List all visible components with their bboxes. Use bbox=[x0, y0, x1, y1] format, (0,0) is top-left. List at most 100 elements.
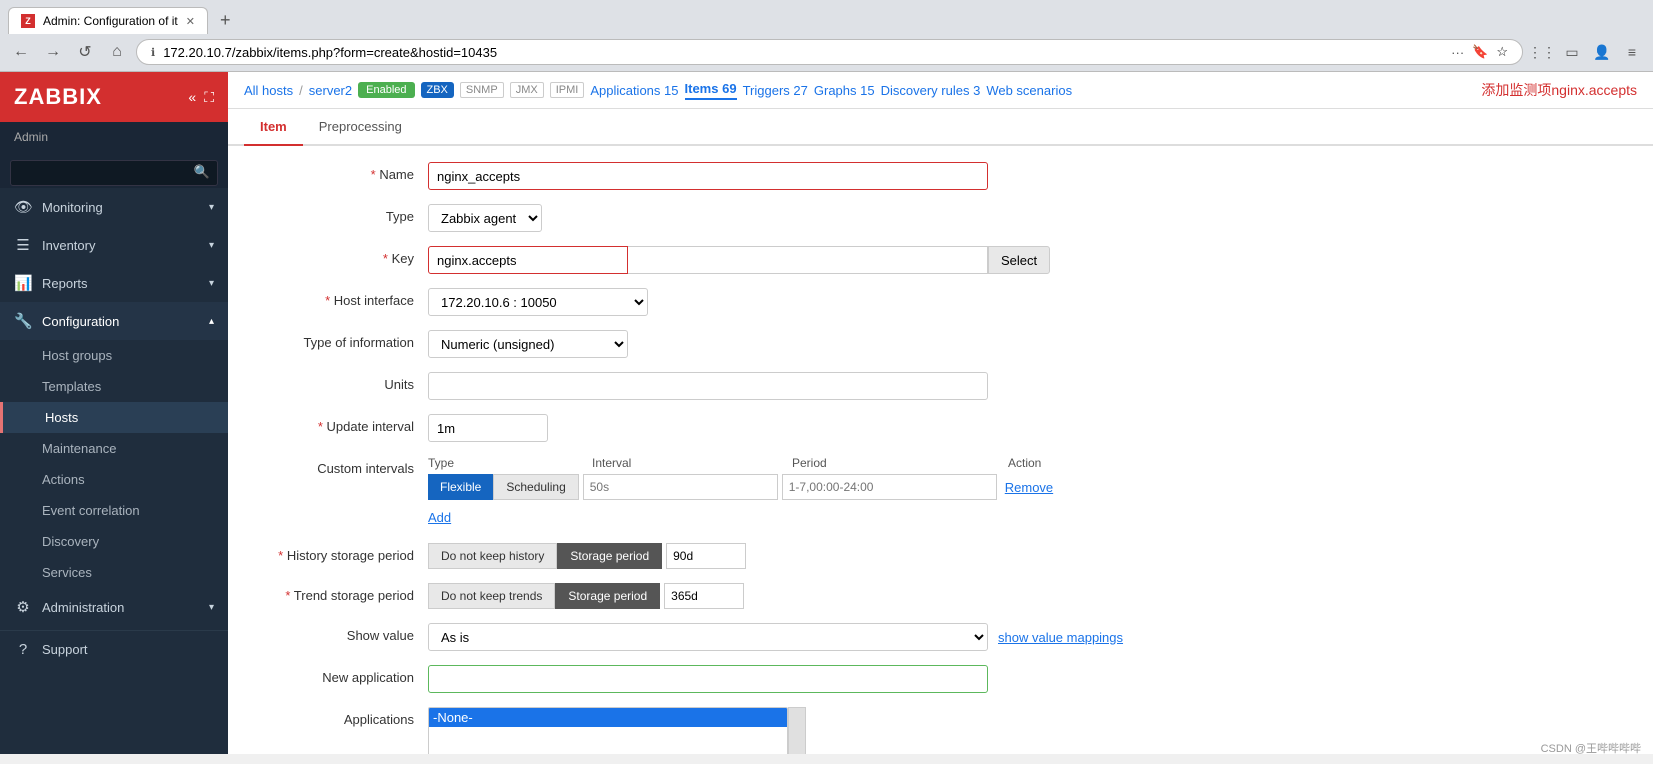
units-label: Units bbox=[248, 372, 428, 392]
tab-manager-icon[interactable]: ▭ bbox=[1559, 39, 1585, 65]
type-of-info-row: Type of information Numeric (unsigned) bbox=[228, 330, 1653, 358]
web-scenarios-link[interactable]: Web scenarios bbox=[986, 83, 1072, 98]
all-hosts-link[interactable]: All hosts bbox=[244, 83, 293, 98]
sidebar-item-reports-label: Reports bbox=[42, 276, 199, 291]
sidebar-item-hosts[interactable]: Hosts bbox=[0, 402, 228, 433]
top-navigation: All hosts / server2 Enabled ZBX SNMP JMX… bbox=[228, 72, 1653, 109]
custom-intervals-label: Custom intervals bbox=[248, 456, 428, 476]
form-tabs: Item Preprocessing bbox=[228, 109, 1653, 146]
tab-close-button[interactable]: ✕ bbox=[186, 15, 195, 28]
sidebar-header-icons: « ⛶ bbox=[188, 89, 214, 106]
trend-no-keep-button[interactable]: Do not keep trends bbox=[428, 583, 555, 609]
key-input[interactable] bbox=[428, 246, 628, 274]
history-row: * History storage period Do not keep his… bbox=[228, 543, 1653, 569]
extensions-icon[interactable]: ⋮⋮ bbox=[1529, 39, 1555, 65]
collapse-icon[interactable]: « bbox=[188, 89, 196, 106]
host-interface-label: * Host interface bbox=[248, 288, 428, 308]
discovery-rules-link[interactable]: Discovery rules 3 bbox=[881, 83, 981, 98]
ci-action-header: Action bbox=[1008, 456, 1088, 470]
address-bar[interactable]: ℹ 172.20.10.7/zabbix/items.php?form=crea… bbox=[136, 39, 1523, 65]
graphs-link[interactable]: Graphs 15 bbox=[814, 83, 875, 98]
show-value-select[interactable]: As is bbox=[428, 623, 988, 651]
sidebar-item-reports[interactable]: 📊 Reports ▾ bbox=[0, 264, 228, 302]
new-application-control bbox=[428, 665, 1633, 693]
sidebar-item-event-correlation[interactable]: Event correlation bbox=[0, 495, 228, 526]
applications-listbox[interactable]: -None- bbox=[428, 707, 788, 754]
show-value-mappings-link[interactable]: show value mappings bbox=[998, 630, 1123, 645]
trend-value-input[interactable] bbox=[664, 583, 744, 609]
type-of-info-label: Type of information bbox=[248, 330, 428, 350]
sidebar-user-label: Admin bbox=[0, 122, 228, 152]
forward-button[interactable]: → bbox=[40, 39, 66, 65]
applications-row: Applications -None- bbox=[228, 707, 1653, 754]
sidebar-item-templates[interactable]: Templates bbox=[0, 371, 228, 402]
monitoring-arrow-icon: ▾ bbox=[209, 202, 214, 213]
menu-icon[interactable]: ≡ bbox=[1619, 39, 1645, 65]
annotation-text: 添加监测项nginx.accepts bbox=[1481, 80, 1637, 100]
flexible-button[interactable]: Flexible bbox=[428, 474, 493, 500]
sidebar-item-inventory-label: Inventory bbox=[42, 238, 199, 253]
back-button[interactable]: ← bbox=[8, 39, 34, 65]
ci-period-input[interactable] bbox=[782, 474, 997, 500]
history-value-input[interactable] bbox=[666, 543, 746, 569]
ipmi-badge: IPMI bbox=[550, 82, 585, 98]
app-layout: ZABBIX « ⛶ Admin 🔍 👁 Monitoring ▾ ☰ Inve… bbox=[0, 72, 1653, 754]
tab-item[interactable]: Item bbox=[244, 109, 303, 146]
server2-link[interactable]: server2 bbox=[309, 83, 352, 98]
configuration-arrow-icon: ▴ bbox=[209, 316, 214, 327]
sidebar-item-inventory[interactable]: ☰ Inventory ▾ bbox=[0, 226, 228, 264]
history-buttons: Do not keep history Storage period bbox=[428, 543, 1633, 569]
home-button[interactable]: ⌂ bbox=[104, 39, 130, 65]
ci-interval-input[interactable] bbox=[583, 474, 778, 500]
key-row: * Key Select bbox=[228, 246, 1653, 274]
sidebar-item-support[interactable]: ? Support bbox=[0, 630, 228, 668]
key-right-input[interactable] bbox=[628, 246, 988, 274]
enabled-badge: Enabled bbox=[358, 82, 414, 98]
items-link[interactable]: Items 69 bbox=[685, 81, 737, 100]
new-application-input[interactable] bbox=[428, 665, 988, 693]
reload-button[interactable]: ↺ bbox=[72, 39, 98, 65]
type-select[interactable]: Zabbix agent bbox=[428, 204, 542, 232]
sidebar-search-input[interactable] bbox=[10, 160, 218, 186]
zbx-badge: ZBX bbox=[421, 82, 454, 98]
type-control: Zabbix agent bbox=[428, 204, 1633, 232]
history-label: * History storage period bbox=[248, 543, 428, 563]
history-storage-period-button[interactable]: Storage period bbox=[557, 543, 662, 569]
key-control: Select bbox=[428, 246, 1633, 274]
expand-icon[interactable]: ⛶ bbox=[204, 89, 214, 106]
ci-type-header: Type bbox=[428, 456, 588, 470]
history-no-keep-button[interactable]: Do not keep history bbox=[428, 543, 557, 569]
name-input[interactable] bbox=[428, 162, 988, 190]
sidebar-item-configuration[interactable]: 🔧 Configuration ▴ bbox=[0, 302, 228, 340]
sidebar-item-actions[interactable]: Actions bbox=[0, 464, 228, 495]
ci-add-link[interactable]: Add bbox=[428, 506, 451, 529]
applications-link[interactable]: Applications 15 bbox=[590, 83, 678, 98]
administration-arrow-icon: ▾ bbox=[209, 602, 214, 613]
sidebar-item-administration[interactable]: ⚙ Administration ▾ bbox=[0, 588, 228, 626]
units-row: Units bbox=[228, 372, 1653, 400]
sidebar-item-support-label: Support bbox=[42, 642, 214, 657]
profile-icon[interactable]: 👤 bbox=[1589, 39, 1615, 65]
update-interval-label: * Update interval bbox=[248, 414, 428, 434]
sidebar-item-services[interactable]: Services bbox=[0, 557, 228, 588]
select-button[interactable]: Select bbox=[988, 246, 1050, 274]
scheduling-button[interactable]: Scheduling bbox=[493, 474, 578, 500]
sidebar-item-maintenance[interactable]: Maintenance bbox=[0, 433, 228, 464]
type-of-info-select[interactable]: Numeric (unsigned) bbox=[428, 330, 628, 358]
update-interval-input[interactable] bbox=[428, 414, 548, 442]
sidebar-item-discovery[interactable]: Discovery bbox=[0, 526, 228, 557]
ci-remove-link[interactable]: Remove bbox=[1005, 480, 1053, 495]
sidebar-item-monitoring[interactable]: 👁 Monitoring ▾ bbox=[0, 188, 228, 226]
key-input-row: Select bbox=[428, 246, 1633, 274]
active-tab[interactable]: Z Admin: Configuration of it ✕ bbox=[8, 7, 208, 34]
tab-preprocessing[interactable]: Preprocessing bbox=[303, 109, 418, 146]
units-input[interactable] bbox=[428, 372, 988, 400]
listbox-scrollbar[interactable] bbox=[788, 707, 806, 754]
sidebar-item-host-groups[interactable]: Host groups bbox=[0, 340, 228, 371]
new-tab-button[interactable]: + bbox=[212, 6, 239, 35]
form-body: * Name Type Zabbix agent * Key bbox=[228, 146, 1653, 754]
host-interface-select[interactable]: 172.20.10.6 : 10050 bbox=[428, 288, 648, 316]
trend-storage-period-button[interactable]: Storage period bbox=[555, 583, 660, 609]
triggers-link[interactable]: Triggers 27 bbox=[743, 83, 808, 98]
more-options-icon: ··· bbox=[1451, 45, 1464, 60]
